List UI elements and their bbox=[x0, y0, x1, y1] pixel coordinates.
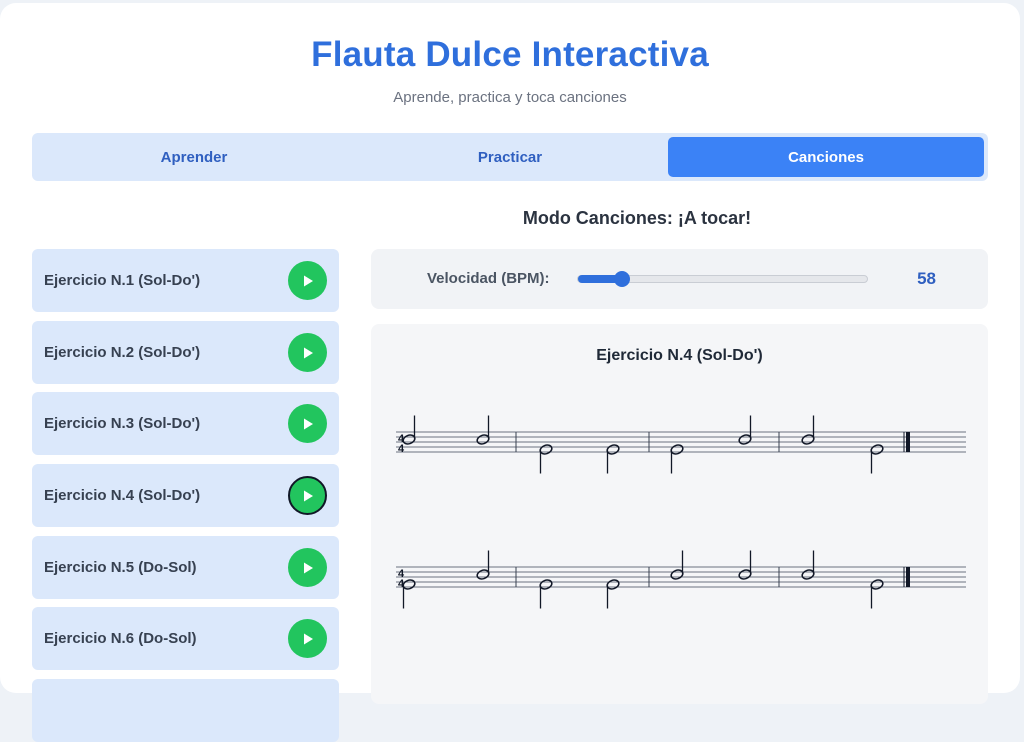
song-item[interactable]: Ejercicio N.1 (Sol-Do') bbox=[32, 249, 339, 312]
song-label: Ejercicio N.3 (Sol-Do') bbox=[44, 415, 201, 432]
song-item[interactable]: Ejercicio N.2 (Sol-Do') bbox=[32, 321, 339, 384]
note-G4 bbox=[870, 579, 884, 609]
play-icon bbox=[303, 490, 313, 501]
app-card: Flauta Dulce Interactiva Aprende, practi… bbox=[0, 3, 1020, 742]
tab-practicar[interactable]: Practicar bbox=[352, 137, 668, 177]
page-title: Flauta Dulce Interactiva bbox=[311, 35, 709, 74]
song-item[interactable]: Ejercicio N.3 (Sol-Do') bbox=[32, 392, 339, 455]
song-item[interactable] bbox=[32, 679, 339, 742]
note-C5 bbox=[738, 550, 752, 580]
speed-label: Velocidad (BPM): bbox=[427, 270, 550, 287]
song-label: Ejercicio N.5 (Do-Sol) bbox=[44, 559, 197, 576]
note-C5 bbox=[670, 550, 684, 580]
play-button[interactable] bbox=[288, 619, 327, 658]
note-G4 bbox=[539, 579, 553, 609]
song-item[interactable]: Ejercicio N.4 (Sol-Do') bbox=[32, 464, 339, 527]
song-item[interactable]: Ejercicio N.5 (Do-Sol) bbox=[32, 536, 339, 599]
play-button[interactable] bbox=[288, 261, 327, 300]
note-C5 bbox=[801, 415, 815, 445]
play-icon bbox=[303, 633, 313, 644]
final-bar bbox=[906, 432, 910, 452]
note-G4 bbox=[402, 579, 416, 609]
play-icon bbox=[303, 562, 313, 573]
page-subtitle: Aprende, practica y toca canciones bbox=[393, 89, 627, 106]
song-label: Ejercicio N.2 (Sol-Do') bbox=[44, 344, 201, 361]
speed-panel: Velocidad (BPM): 58 bbox=[371, 249, 988, 309]
play-button[interactable] bbox=[288, 333, 327, 372]
tab-canciones[interactable]: Canciones bbox=[668, 137, 984, 177]
note-G4 bbox=[539, 444, 553, 474]
note-G4 bbox=[606, 579, 620, 609]
note-G4 bbox=[670, 444, 684, 474]
song-item[interactable]: Ejercicio N.6 (Do-Sol) bbox=[32, 607, 339, 670]
song-label: Ejercicio N.4 (Sol-Do') bbox=[44, 487, 201, 504]
slider-thumb[interactable] bbox=[613, 271, 630, 287]
play-icon bbox=[303, 418, 313, 429]
final-bar bbox=[906, 567, 910, 587]
score-panel: Ejercicio N.4 (Sol-Do') 4444 bbox=[371, 324, 988, 704]
play-button[interactable] bbox=[288, 548, 327, 587]
play-icon bbox=[303, 347, 313, 358]
mode-title: Modo Canciones: ¡A tocar! bbox=[522, 208, 752, 228]
note-C5 bbox=[738, 415, 752, 445]
speed-slider[interactable] bbox=[577, 271, 868, 287]
play-icon bbox=[303, 275, 313, 286]
song-label: Ejercicio N.6 (Do-Sol) bbox=[44, 630, 197, 647]
sheet-music: 4444 bbox=[396, 415, 966, 609]
note-G4 bbox=[606, 444, 620, 474]
time-signature: 4 bbox=[398, 443, 405, 455]
song-label: Ejercicio N.1 (Sol-Do') bbox=[44, 272, 201, 289]
note-G4 bbox=[870, 444, 884, 474]
note-C5 bbox=[801, 550, 815, 580]
tab-aprender[interactable]: Aprender bbox=[36, 137, 352, 177]
tab-bar: Aprender Practicar Canciones bbox=[32, 133, 988, 181]
play-button[interactable] bbox=[288, 476, 327, 515]
note-C5 bbox=[476, 550, 490, 580]
speed-value: 58 bbox=[917, 269, 936, 288]
play-button[interactable] bbox=[288, 404, 327, 443]
note-C5 bbox=[476, 415, 490, 445]
